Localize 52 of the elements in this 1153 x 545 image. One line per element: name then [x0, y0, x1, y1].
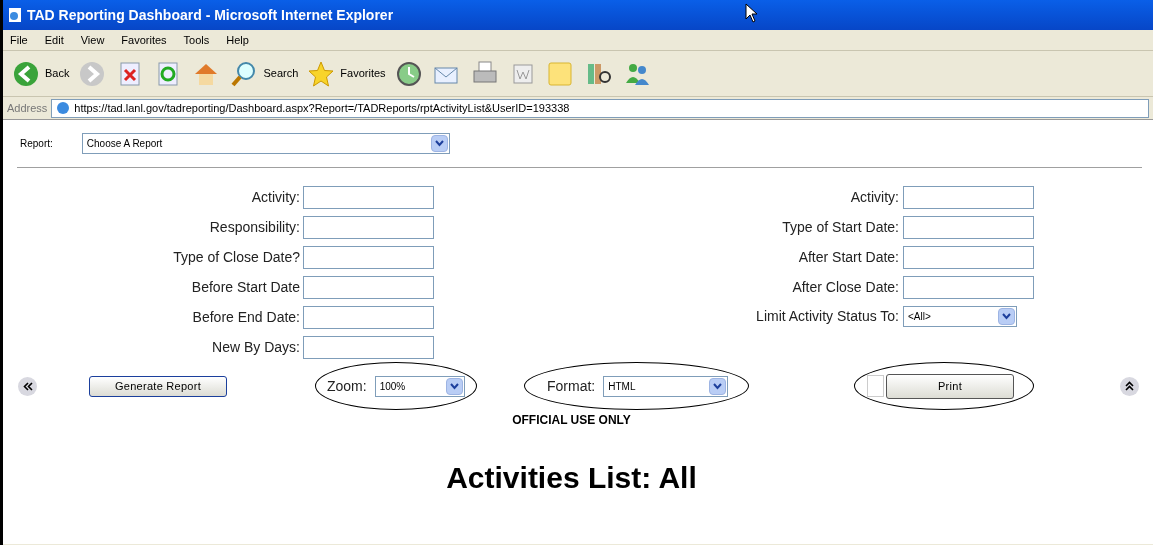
- zoom-label: Zoom:: [327, 376, 367, 396]
- notice-text: OFFICIAL USE ONLY: [511, 412, 632, 429]
- format-label: Format:: [547, 376, 596, 396]
- mouse-cursor-icon: [745, 3, 759, 23]
- input-field[interactable]: [903, 246, 1034, 269]
- window-title: TAD Reporting Dashboard - Microsoft Internet Explorer: [27, 5, 394, 25]
- field-label: Activity:: [250, 188, 300, 207]
- field-label: Activity:: [849, 188, 899, 207]
- menu-item[interactable]: Help: [226, 31, 249, 49]
- generate-report-button[interactable]: Generate Report: [89, 375, 227, 397]
- field-label: Limit Activity Status To:: [755, 307, 899, 326]
- input-field[interactable]: [303, 336, 434, 359]
- page-icon: [56, 101, 71, 115]
- field-label: Before Start Date: [190, 278, 300, 297]
- input-field[interactable]: [903, 276, 1034, 299]
- input-field[interactable]: [303, 216, 434, 239]
- collapse-left-button[interactable]: [18, 376, 37, 396]
- menu-item[interactable]: Favorites: [121, 31, 167, 49]
- input-field[interactable]: [903, 216, 1034, 239]
- double-chevron-up-icon: [1125, 381, 1134, 391]
- menu-item[interactable]: View: [80, 31, 105, 49]
- report-heading: Activities List: All: [445, 460, 698, 496]
- status-select[interactable]: <All>: [903, 306, 1017, 327]
- toolbar-button[interactable]: Search: [229, 58, 299, 89]
- address-field[interactable]: https://tad.lanl.gov/tadreporting/Dashboard.aspx?Report=/TADReports/rptActivityList&UserID=193338: [51, 98, 1149, 118]
- field-label: Before End Date:: [191, 308, 300, 327]
- zoom-select[interactable]: 100%: [374, 375, 465, 397]
- page-icon: [7, 7, 23, 23]
- report-select[interactable]: Choose A Report: [81, 133, 450, 154]
- field-label: Responsibility:: [208, 218, 300, 237]
- report-label: Report:: [20, 137, 53, 151]
- menu-item[interactable]: File: [10, 31, 28, 49]
- print-button[interactable]: Print: [886, 373, 1014, 399]
- toolbar-button[interactable]: Back: [11, 58, 70, 89]
- collapse-up-button[interactable]: [1120, 376, 1139, 396]
- double-chevron-left-icon: [22, 381, 33, 391]
- field-label: After Start Date:: [797, 248, 899, 267]
- menu-item[interactable]: Tools: [183, 31, 210, 49]
- field-label: New By Days:: [211, 338, 300, 357]
- input-field[interactable]: [303, 306, 434, 329]
- format-select[interactable]: HTML: [603, 375, 729, 397]
- field-label: Type of Start Date:: [781, 218, 899, 237]
- input-field[interactable]: [303, 276, 434, 299]
- menu-item[interactable]: Edit: [44, 31, 64, 49]
- checkbox[interactable]: [867, 375, 884, 397]
- input-field[interactable]: [903, 186, 1034, 209]
- field-label: After Close Date:: [791, 278, 899, 297]
- input-field[interactable]: [303, 246, 434, 269]
- address-label: Address: [7, 100, 48, 116]
- input-field[interactable]: [303, 186, 434, 209]
- field-label: Type of Close Date?: [172, 248, 300, 267]
- toolbar-button[interactable]: Favorites: [306, 58, 386, 89]
